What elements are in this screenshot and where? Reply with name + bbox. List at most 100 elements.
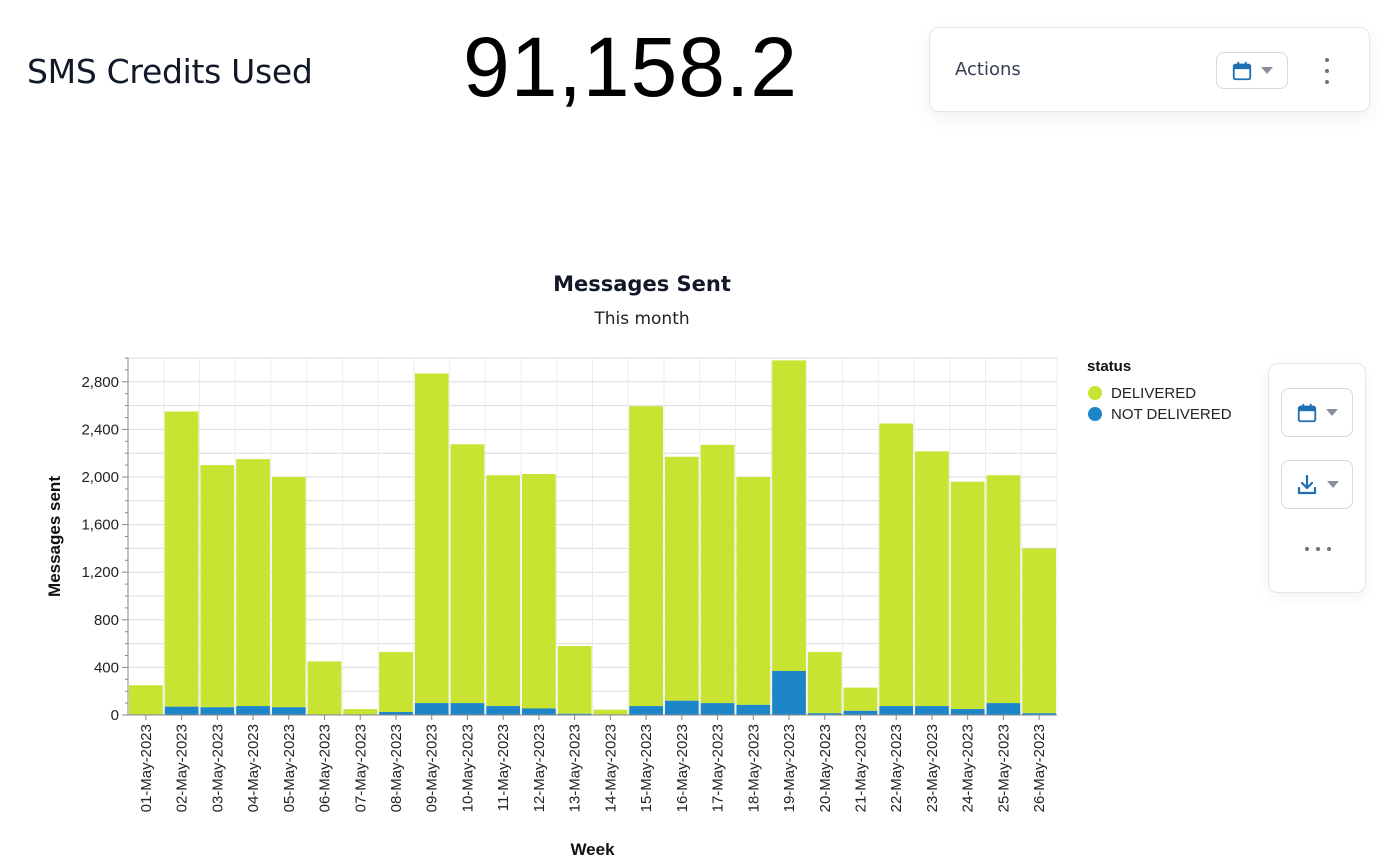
bar-delivered [271, 477, 306, 708]
bar-delivered [772, 360, 806, 671]
y-tick-label: 2,000 [81, 469, 119, 486]
bar-delivered [450, 444, 485, 704]
legend-swatch [1088, 386, 1102, 400]
more-horizontal-icon[interactable] [1305, 547, 1331, 553]
bar-not-delivered [450, 703, 485, 715]
bar-not-delivered [736, 704, 771, 715]
y-tick-label: 2,800 [81, 374, 119, 391]
y-tick-label: 800 [94, 612, 119, 629]
chart-subtitle: This month [594, 309, 690, 329]
bar-not-delivered [236, 706, 270, 715]
bar-delivered [129, 685, 163, 715]
x-tick-label: 21-May-2023 [852, 724, 869, 812]
more-vertical-icon[interactable] [1321, 58, 1333, 84]
bar-delivered [200, 465, 235, 708]
legend-title: status [1087, 358, 1131, 375]
bar-delivered [414, 373, 449, 704]
bar-not-delivered [664, 700, 699, 715]
download-dropdown[interactable] [1281, 460, 1353, 509]
bar-not-delivered [200, 707, 235, 715]
chevron-down-icon [1261, 67, 1273, 74]
y-axis-title: Messages sent [45, 476, 64, 597]
bar-delivered [736, 477, 771, 705]
legend-swatch [1088, 407, 1102, 421]
x-tick-label: 02-May-2023 [174, 724, 191, 812]
bar-delivered [486, 475, 521, 707]
bar-delivered [593, 709, 628, 715]
bar-delivered [236, 459, 270, 707]
x-tick-label: 23-May-2023 [924, 724, 941, 812]
x-tick-label: 06-May-2023 [317, 724, 334, 812]
chevron-down-icon [1327, 481, 1339, 488]
bar-not-delivered [915, 706, 949, 715]
bar-delivered [879, 423, 914, 707]
download-icon [1297, 474, 1317, 494]
x-tick-label: 24-May-2023 [960, 724, 977, 812]
bar-delivered [307, 661, 342, 715]
bar-delivered [522, 474, 556, 709]
chevron-down-icon [1326, 409, 1338, 416]
bar-not-delivered [414, 703, 449, 715]
date-range-dropdown[interactable] [1216, 52, 1288, 89]
bar-not-delivered [843, 710, 878, 715]
x-tick-label: 16-May-2023 [674, 724, 691, 812]
x-tick-label: 10-May-2023 [459, 724, 476, 812]
x-tick-label: 25-May-2023 [995, 724, 1012, 812]
x-tick-label: 01-May-2023 [138, 724, 155, 812]
calendar-icon [1232, 61, 1252, 80]
x-tick-label: 18-May-2023 [745, 724, 762, 812]
bar-delivered [557, 645, 592, 714]
legend-label: DELIVERED [1111, 385, 1196, 402]
bar-delivered [986, 475, 1021, 704]
legend-label: NOT DELIVERED [1111, 406, 1232, 423]
x-tick-label: 09-May-2023 [424, 724, 441, 812]
bar-delivered [1022, 548, 1056, 714]
y-tick-label: 0 [111, 707, 119, 724]
chart-date-dropdown[interactable] [1281, 388, 1353, 437]
x-tick-label: 13-May-2023 [567, 724, 584, 812]
bar-delivered [379, 651, 413, 713]
y-tick-label: 2,400 [81, 421, 119, 438]
bar-not-delivered [629, 706, 663, 715]
bar-delivered [843, 687, 878, 711]
x-tick-label: 17-May-2023 [710, 724, 727, 812]
bar-not-delivered [986, 703, 1021, 715]
bar-not-delivered [950, 709, 985, 715]
bar-delivered [807, 651, 842, 714]
calendar-icon [1297, 403, 1317, 422]
x-tick-label: 14-May-2023 [602, 724, 619, 812]
bar-delivered [343, 709, 378, 715]
bar-delivered [664, 456, 699, 701]
chart-side-panel [1268, 363, 1366, 593]
bar-not-delivered [700, 703, 735, 715]
bar-not-delivered [522, 708, 556, 715]
x-tick-label: 05-May-2023 [281, 724, 298, 812]
x-tick-label: 20-May-2023 [817, 724, 834, 812]
bar-not-delivered [271, 707, 306, 715]
kpi-label: SMS Credits Used [27, 52, 313, 91]
messages-sent-chart: 0 400 800 1,200 1,600 2,000 2,400 2,800 01-May-2… [45, 357, 1232, 859]
x-tick-label: 07-May-2023 [352, 724, 369, 812]
actions-title: Actions [955, 59, 1021, 80]
x-tick-label: 26-May-2023 [1031, 724, 1048, 812]
bar-delivered [700, 444, 735, 704]
x-tick-label: 11-May-2023 [495, 724, 512, 811]
bar-not-delivered [164, 706, 199, 715]
bar-delivered [629, 406, 663, 707]
bar-not-delivered [486, 706, 521, 715]
x-tick-label: 15-May-2023 [638, 724, 655, 812]
bar-not-delivered [772, 670, 806, 715]
x-tick-label: 04-May-2023 [245, 724, 262, 812]
x-tick-label: 12-May-2023 [531, 724, 548, 812]
chart-title: Messages Sent [553, 272, 731, 296]
x-axis-title: Week [570, 840, 615, 859]
x-tick-label: 03-May-2023 [209, 724, 226, 812]
bar-delivered [950, 481, 985, 710]
y-tick-label: 1,600 [81, 517, 119, 534]
bar-not-delivered [879, 706, 914, 715]
x-tick-label: 19-May-2023 [781, 724, 798, 812]
actions-card: Actions [929, 27, 1370, 112]
kpi-value: 91,158.2 [463, 20, 798, 114]
x-tick-label: 22-May-2023 [888, 724, 905, 812]
y-tick-label: 1,200 [81, 564, 119, 581]
